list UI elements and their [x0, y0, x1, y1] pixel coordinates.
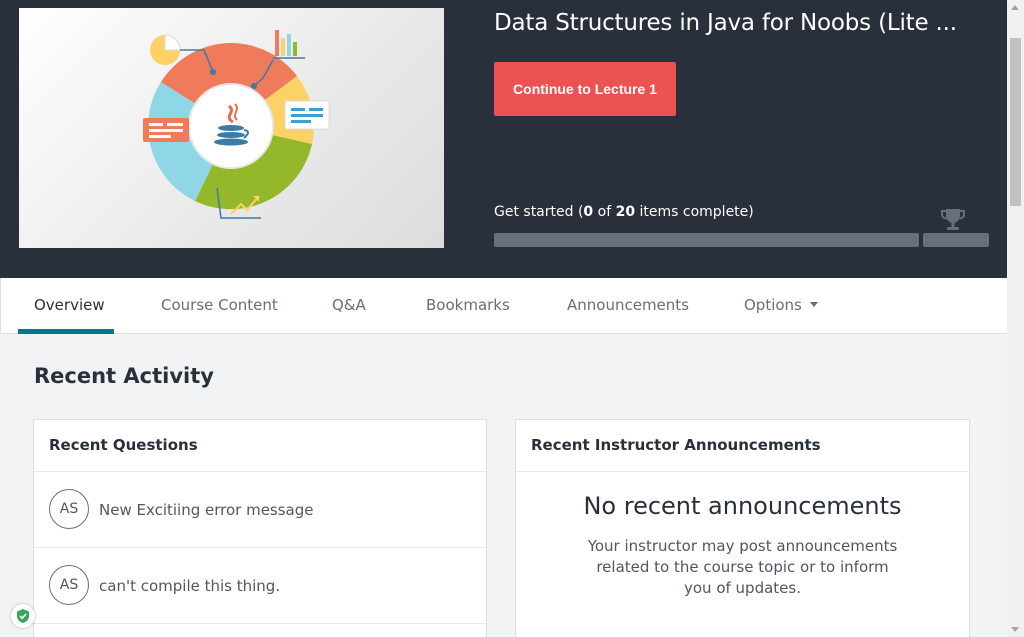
avatar: AS [49, 489, 89, 529]
tab-overview[interactable]: Overview [34, 278, 105, 334]
recent-activity-title: Recent Activity [34, 364, 214, 388]
recent-questions-heading: Recent Questions [34, 420, 486, 472]
no-announcements-title: No recent announcements [583, 492, 902, 520]
question-title[interactable]: New Excitiing error message [99, 501, 314, 519]
page-scrollbar[interactable] [1007, 0, 1024, 637]
tab-options-label: Options [744, 296, 802, 314]
course-tabs: Overview Course Content Q&A Bookmarks An… [0, 278, 1007, 334]
tab-options[interactable]: Options [744, 278, 818, 334]
active-tab-indicator [18, 329, 114, 334]
recent-questions-card: Recent Questions AS New Excitiing error … [33, 419, 487, 637]
progress-total: 20 [615, 204, 636, 220]
progress-middle: of [593, 204, 616, 220]
no-announcements-text: Your instructor may post announcements r… [587, 537, 898, 597]
announcements-heading: Recent Instructor Announcements [516, 420, 969, 472]
tab-course-content[interactable]: Course Content [161, 278, 278, 334]
course-title: Data Structures in Java for Noobs (Lite … [494, 10, 957, 36]
caret-down-icon [809, 302, 818, 307]
avatar: AS [49, 565, 89, 605]
announcements-card: Recent Instructor Announcements No recen… [515, 419, 970, 637]
scrollbar-thumb[interactable] [1010, 38, 1021, 206]
question-title[interactable]: can't compile this thing. [99, 577, 280, 595]
shield-check-icon[interactable] [11, 604, 35, 628]
progress-label: Get started (0 of 20 items complete) [494, 204, 754, 220]
progress-completed: 0 [583, 204, 594, 220]
question-item[interactable]: AS can't compile this thing. [34, 548, 486, 624]
tab-bookmarks[interactable]: Bookmarks [426, 278, 510, 334]
scroll-up-arrow-icon[interactable] [1011, 5, 1019, 10]
scroll-down-arrow-icon[interactable] [1011, 627, 1019, 632]
tab-qa[interactable]: Q&A [332, 278, 366, 334]
progress-suffix: items complete) [635, 204, 754, 220]
trophy-icon[interactable] [940, 206, 966, 232]
tab-announcements[interactable]: Announcements [567, 278, 689, 334]
course-illustration [143, 30, 330, 219]
progress-bar [494, 233, 919, 247]
question-item[interactable]: AS New Excitiing error message [34, 472, 486, 548]
course-header: Data Structures in Java for Noobs (Lite … [0, 0, 1007, 278]
progress-bar-goal [923, 233, 989, 247]
continue-lecture-button[interactable]: Continue to Lecture 1 [494, 62, 676, 116]
progress-prefix: Get started ( [494, 204, 584, 220]
course-thumbnail [19, 8, 444, 248]
